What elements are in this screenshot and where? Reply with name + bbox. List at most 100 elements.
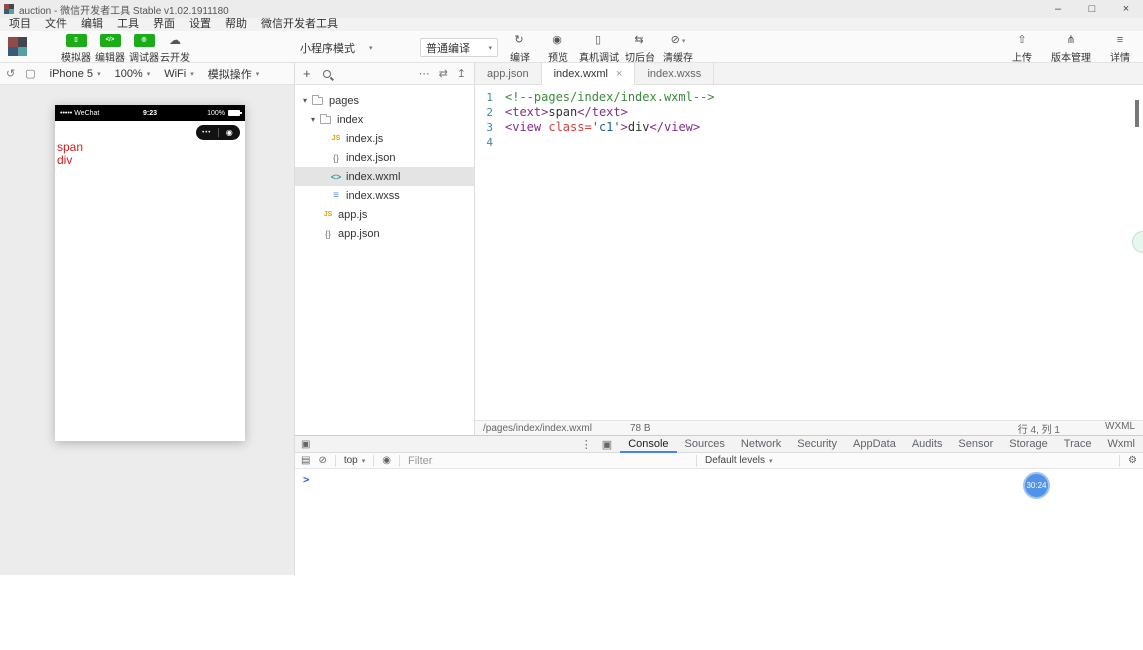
menu-item-微信开发者工具[interactable]: 微信开发者工具: [254, 18, 345, 31]
tree-item-index.wxml[interactable]: <> index.wxml: [295, 167, 474, 186]
language-mode-label[interactable]: WXML: [1105, 421, 1135, 436]
line-number: 2: [486, 106, 493, 119]
devtools-tab-audits[interactable]: Audits: [904, 436, 951, 453]
details-button[interactable]: ≡ 详情: [1103, 34, 1137, 64]
tree-item-index.js[interactable]: JS index.js: [295, 129, 474, 148]
close-button[interactable]: ×: [1109, 0, 1143, 18]
upload-button[interactable]: ⇧ 上传: [1005, 34, 1039, 64]
battery-icon: [228, 110, 242, 116]
screenshot-icon[interactable]: ▢: [25, 67, 35, 80]
devtools-tab-security[interactable]: Security: [789, 436, 845, 453]
device-bar: ↺ ▢ iPhone 5 ▾ 100% ▾ WiFi ▾ 模拟操作 ▾: [0, 63, 295, 85]
swap-icon[interactable]: ⇄: [439, 67, 448, 80]
line-number: 4: [486, 136, 493, 149]
editor-tab-app.json[interactable]: app.json: [475, 63, 542, 85]
device-dropdown[interactable]: iPhone 5 ▾: [50, 68, 101, 80]
menu-item-文件[interactable]: 文件: [38, 18, 74, 31]
timer-badge[interactable]: 30:24: [1023, 472, 1050, 499]
compile-button[interactable]: ↻ 编译: [503, 34, 537, 64]
devtools-tab-sensor[interactable]: Sensor: [950, 436, 1001, 453]
dock-toggle-icon[interactable]: ▣: [301, 439, 310, 450]
more-dots-icon[interactable]: •••: [196, 130, 218, 136]
close-icon[interactable]: ×: [616, 64, 622, 85]
search-icon[interactable]: [322, 69, 331, 78]
kebab-menu-icon[interactable]: ⋮: [581, 438, 592, 451]
simulator-panel: ••••• WeChat 9:23 100% ••• ◉ span div: [0, 85, 295, 575]
tree-item-index[interactable]: ▾ index: [295, 110, 474, 129]
editor-tabbar: app.json index.wxml × index.wxss: [475, 63, 1143, 85]
devtools-tab-network[interactable]: Network: [733, 436, 789, 453]
editor-toggle-button[interactable]: </> 编辑器: [94, 34, 126, 64]
network-dropdown[interactable]: WiFi ▾: [164, 68, 194, 80]
phone-simulator[interactable]: ••••• WeChat 9:23 100% ••• ◉ span div: [55, 105, 245, 441]
mode-select[interactable]: 小程序模式 ▾: [300, 40, 373, 56]
log-levels-select[interactable]: Default levels ▾: [705, 455, 773, 466]
js-file-icon: JS: [331, 135, 341, 142]
devtools-tab-storage[interactable]: Storage: [1001, 436, 1056, 453]
more-icon[interactable]: ⋯: [419, 67, 430, 80]
minimize-button[interactable]: –: [1041, 0, 1075, 18]
clear-cache-button[interactable]: ⊘ ▾ 清缓存: [661, 34, 695, 64]
eye-icon[interactable]: ◉: [382, 455, 391, 466]
console-output[interactable]: > 30:24: [295, 469, 1143, 575]
code-editor[interactable]: 1 <!--pages/index/index.wxml--> 2 <text>…: [475, 85, 1143, 420]
json-file-icon: {}: [324, 228, 331, 239]
remote-debug-button[interactable]: ▯ 真机调试: [579, 34, 619, 64]
menubar: 项目 文件 编辑 工具 界面 设置 帮助 微信开发者工具: [0, 18, 1143, 31]
editor-scrollbar[interactable]: [1135, 100, 1139, 127]
devtools-panel: ▣ ⋮ ▣ Console Sources Network Security AppDa…: [295, 435, 1143, 575]
tree-item-pages[interactable]: ▾ pages: [295, 91, 474, 110]
chevron-icon[interactable]: ▾: [303, 96, 312, 105]
context-select[interactable]: top ▾: [344, 455, 365, 466]
compile-mode-select[interactable]: 普通编译 ▾: [420, 38, 498, 57]
menu-item-项目[interactable]: 项目: [2, 18, 38, 31]
line-number: 1: [486, 91, 493, 104]
tree-item-index.wxss[interactable]: ≡ index.wxss: [295, 186, 474, 205]
zoom-dropdown[interactable]: 100% ▾: [115, 68, 151, 80]
clear-console-icon[interactable]: ⊘: [318, 455, 326, 466]
tree-item-index.json[interactable]: {} index.json: [295, 148, 474, 167]
new-file-icon[interactable]: +: [303, 63, 311, 85]
action-icon: ◉: [552, 34, 562, 46]
dock-side-icon[interactable]: ▣: [602, 438, 612, 451]
menu-item-帮助[interactable]: 帮助: [218, 18, 254, 31]
devtools-tab-appdata[interactable]: AppData: [845, 436, 904, 453]
simulator-toggle-button[interactable]: ▯ 模拟器: [60, 34, 92, 64]
devtools-tab-console[interactable]: Console: [620, 436, 676, 453]
cloud-icon: ☁: [169, 33, 181, 47]
devtools-tab-sources[interactable]: Sources: [677, 436, 733, 453]
debugger-toggle-button[interactable]: ◎ 调试器: [128, 34, 160, 64]
sort-icon[interactable]: ↥: [457, 67, 466, 80]
exit-target-icon[interactable]: ◉: [219, 128, 241, 137]
version-control-button[interactable]: ⋔ 版本管理: [1051, 34, 1091, 64]
switch-background-button[interactable]: ⇆ 切后台: [623, 34, 657, 64]
tree-item-app.json[interactable]: {} app.json: [295, 224, 474, 243]
menu-item-设置[interactable]: 设置: [182, 18, 218, 31]
cursor-position-label: 行 4, 列 1: [1017, 424, 1060, 436]
preview-button[interactable]: ◉ 预览: [541, 34, 575, 64]
devtools-tab-wxml[interactable]: Wxml: [1100, 436, 1143, 453]
titlebar: auction - 微信开发者工具 Stable v1.02.1911180 –…: [0, 0, 1143, 18]
tree-item-app.js[interactable]: JS app.js: [295, 205, 474, 224]
devtools-tab-trace[interactable]: Trace: [1056, 436, 1100, 453]
simulate-action-dropdown[interactable]: 模拟操作 ▾: [208, 66, 260, 82]
miniprogram-capsule[interactable]: ••• ◉: [196, 125, 240, 140]
editor-tab-index.wxss[interactable]: index.wxss: [635, 63, 715, 85]
gear-icon[interactable]: ⚙: [1128, 455, 1137, 466]
project-logo-icon: [8, 37, 27, 56]
filter-input[interactable]: [408, 454, 688, 467]
action-icon: ⊘: [670, 34, 680, 46]
file-size-label: 78 B: [629, 422, 651, 434]
menu-item-工具[interactable]: 工具: [110, 18, 146, 31]
console-prompt[interactable]: >: [303, 473, 310, 486]
maximize-button[interactable]: □: [1075, 0, 1109, 18]
editor-tab-index.wxml[interactable]: index.wxml ×: [541, 63, 636, 85]
cloud-dev-button[interactable]: ☁ 云开发: [158, 33, 192, 65]
menu-item-界面[interactable]: 界面: [146, 18, 182, 31]
right-action-group: ⇧ 上传 ⋔ 版本管理 ≡ 详情: [1005, 34, 1137, 64]
rotate-icon[interactable]: ↺: [6, 67, 15, 80]
menu-item-编辑[interactable]: 编辑: [74, 18, 110, 31]
console-sidebar-icon[interactable]: ▤: [301, 455, 310, 466]
chevron-icon[interactable]: ▾: [311, 115, 320, 124]
caret-down-icon: ▾: [190, 70, 194, 78]
